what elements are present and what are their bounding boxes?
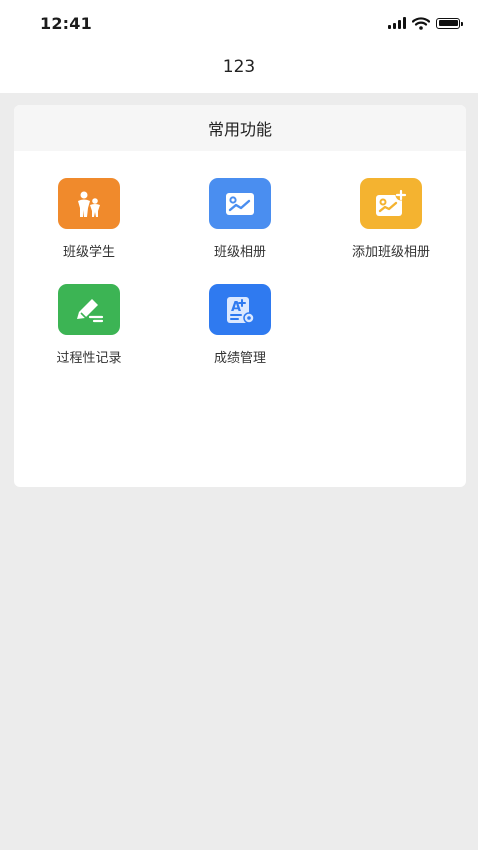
common-functions-card: 常用功能 班级学生 班级相册 添加班级相册 过程性记录 A 成绩管理 [14,105,466,487]
feature-label: 班级相册 [213,245,266,260]
signal-icon [388,17,406,29]
process-record-icon [58,284,120,335]
grade-management-icon: A [209,284,271,335]
feature-class-album[interactable]: 班级相册 [165,178,315,260]
page-title: 123 [222,57,256,77]
battery-icon [436,17,463,29]
wifi-icon [412,16,430,30]
add-class-album-icon [360,178,422,229]
feature-add-class-album[interactable]: 添加班级相册 [316,178,466,260]
feature-grade-management[interactable]: A 成绩管理 [165,284,315,366]
status-time: 12:41 [40,14,92,33]
feature-label: 过程性记录 [56,351,122,366]
class-album-icon [209,178,271,229]
feature-label: 成绩管理 [213,351,266,366]
feature-label: 添加班级相册 [351,245,430,260]
status-icons [388,14,463,32]
top-bar: 12:41 123 [0,0,478,93]
feature-process-record[interactable]: 过程性记录 [14,284,164,366]
feature-label: 班级学生 [62,245,115,260]
class-students-icon [58,178,120,229]
feature-class-students[interactable]: 班级学生 [14,178,164,260]
section-title: 常用功能 [14,105,466,151]
